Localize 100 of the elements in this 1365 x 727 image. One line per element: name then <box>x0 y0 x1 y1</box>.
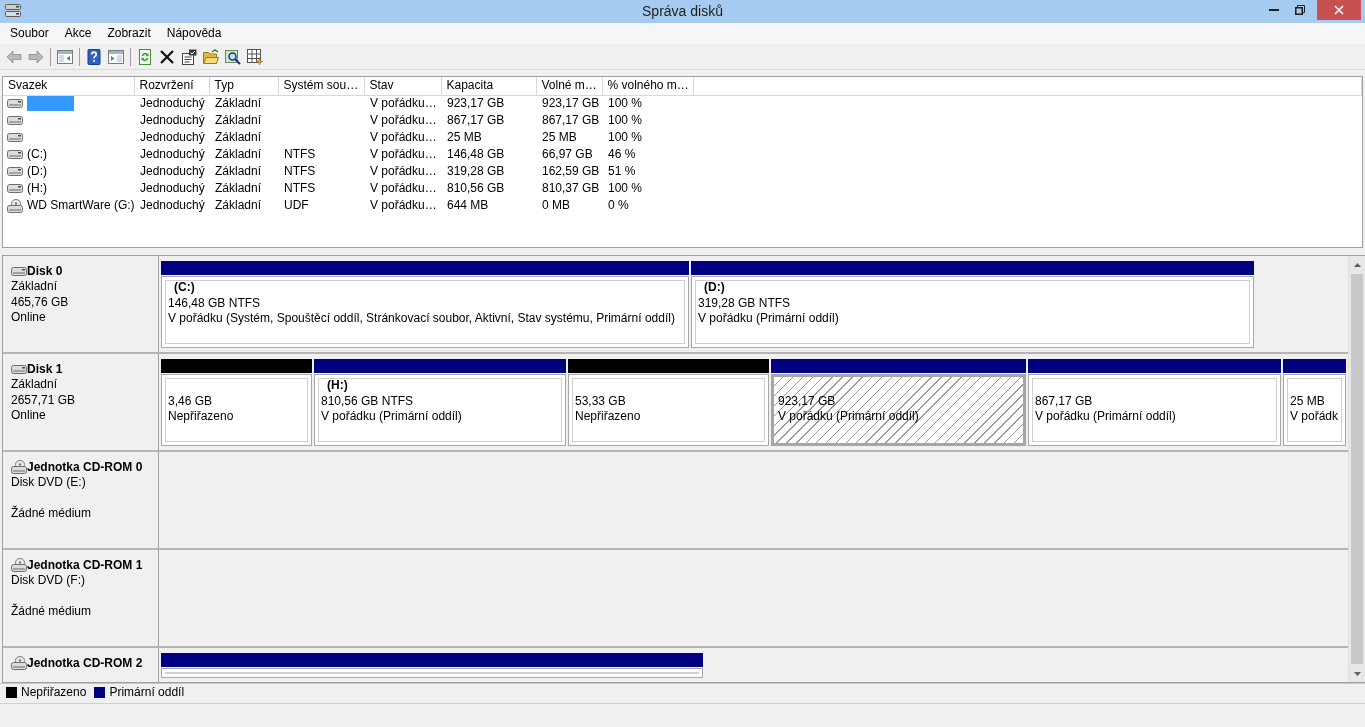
column-header[interactable]: % volného m… <box>602 77 693 95</box>
column-header[interactable]: Systém sou… <box>278 77 364 95</box>
table-cell-text: Základní <box>214 146 263 163</box>
volume-name[interactable]: WD SmartWare (G:) <box>27 198 134 213</box>
table-cell-text: V pořádku… <box>369 163 438 180</box>
partition-box[interactable]: (H:) 810,56 GB NTFS V pořádku (Primární oddíl) <box>314 374 566 446</box>
partition-size: 25 MB <box>1290 393 1326 409</box>
partition-label: (H:) <box>326 378 349 394</box>
table-cell-text: 810,56 GB <box>446 180 506 197</box>
column-header[interactable]: Stav <box>364 77 441 95</box>
partition-status: Nepřiřazeno <box>575 409 642 425</box>
table-cell-text: V pořádku… <box>369 197 438 214</box>
document-icon <box>181 48 197 65</box>
legend-label: Nepřiřazeno <box>21 684 87 700</box>
disk-info-panel[interactable]: Jednotka CD-ROM 1 Disk DVD (F:) Žádné médium <box>3 550 159 646</box>
table-cell-text: 0 % <box>607 197 630 214</box>
column-header[interactable]: Kapacita <box>441 77 536 95</box>
table-cell: V pořádku… <box>364 95 441 112</box>
panel-icon <box>57 48 73 65</box>
close-icon <box>1334 5 1344 15</box>
drive-icon <box>11 266 27 276</box>
table-cell: 100 % <box>602 95 693 112</box>
drive-icon <box>5 3 21 17</box>
partition-box[interactable]: 25 MB V pořádk <box>1283 374 1346 446</box>
menu-item[interactable]: Zobrazit <box>99 24 159 43</box>
selection-highlight[interactable] <box>27 96 74 112</box>
caret-down-icon <box>1353 671 1361 676</box>
table-cell-text: Jednoduchý <box>139 163 206 180</box>
disk-name: Disk 0 <box>27 263 63 279</box>
disk-name: Jednotka CD-ROM 1 <box>27 557 143 573</box>
table-cell-text: 25 MB <box>446 129 483 146</box>
table-cell-text: 319,28 GB <box>446 163 506 180</box>
partition-status: V pořádku (Systém, Spouštěcí oddíl, Stránkovací soubor, Aktivní, Stav systému, Primární oddíl) <box>168 311 676 327</box>
partition-status: Nepřiřazeno <box>168 409 235 425</box>
partition-box[interactable] <box>161 668 703 678</box>
partition-box[interactable]: 53,33 GB Nepřiřazeno <box>568 374 769 446</box>
table-cell: Základní <box>209 95 278 112</box>
menu-item[interactable]: Nápověda <box>158 24 230 43</box>
table-cell-text: V pořádku… <box>369 129 438 146</box>
table-cell-text: Základní <box>214 180 263 197</box>
partition-box[interactable]: 923,17 GB V pořádku (Primární oddíl) <box>771 374 1026 446</box>
table-cell-text: NTFS <box>283 180 317 197</box>
search-icon <box>225 48 241 65</box>
vertical-scrollbar[interactable] <box>1348 256 1365 682</box>
disk-info-panel[interactable]: Disk 0 Základní 465,76 GB Online <box>3 256 159 352</box>
partition-size: 146,48 GB NTFS <box>168 295 262 311</box>
drive-icon <box>7 99 23 109</box>
minimize-icon <box>1269 9 1279 11</box>
column-header[interactable]: Rozvržení <box>134 77 209 95</box>
partition-size: 319,28 GB NTFS <box>698 295 792 311</box>
drive-icon <box>7 133 23 142</box>
partition-box[interactable]: 3,46 GB Nepřiřazeno <box>161 374 312 446</box>
table-cell-text: Jednoduchý <box>139 112 206 129</box>
table-cell-text: 100 % <box>607 112 644 129</box>
table-cell-text: 644 MB <box>446 197 490 214</box>
partition-status: V pořádku (Primární oddíl) <box>321 409 463 425</box>
partition-box[interactable]: (D:) 319,28 GB NTFS V pořádku (Primární oddíl) <box>691 276 1254 348</box>
disk-size: 465,76 GB <box>11 294 70 310</box>
table-cell-text: 100 % <box>607 180 644 197</box>
partition-label: (D:) <box>703 280 726 296</box>
disk-info-panel[interactable]: Disk 1 Základní 2657,71 GB Online <box>3 354 159 450</box>
menu-item[interactable]: Akce <box>56 24 100 43</box>
table-cell-text: V pořádku… <box>369 180 438 197</box>
drive-icon <box>7 167 23 176</box>
partition-status: V pořádku (Primární oddíl) <box>698 311 840 327</box>
partition-size: 53,33 GB <box>575 393 627 409</box>
volume-name[interactable]: (C:) <box>27 147 47 162</box>
table-cell-text: Základní <box>214 112 263 129</box>
panel-icon <box>108 48 124 65</box>
table-cell-text: 162,59 GB <box>541 163 601 180</box>
optical-drive-icon <box>11 656 27 670</box>
partition-size: 3,46 GB <box>168 393 214 409</box>
partition-size: 923,17 GB <box>778 393 837 409</box>
disk-name: Jednotka CD-ROM 2 <box>27 655 143 671</box>
back-icon <box>6 48 22 65</box>
caret-up-icon <box>1353 262 1361 267</box>
partition-box[interactable]: (C:) 146,48 GB NTFS V pořádku (Systém, Spouštěcí oddíl, Stránkovací soubor, Aktivní, Stav systému, Primární oddíl) <box>161 276 689 348</box>
disk-status: Online <box>11 310 47 326</box>
disk-status: Online <box>11 408 47 424</box>
drive-icon <box>11 364 27 374</box>
column-header[interactable]: Typ <box>209 77 278 95</box>
menu-item[interactable]: Soubor <box>2 24 57 43</box>
volume-name[interactable]: (H:) <box>27 181 47 196</box>
disk-info-panel[interactable]: Jednotka CD-ROM 2 <box>3 648 159 682</box>
scroll-thumb[interactable] <box>1351 274 1363 664</box>
window-title: Správa disků <box>642 2 723 21</box>
help-icon <box>86 48 102 65</box>
partition-status: V pořádk <box>1290 409 1340 425</box>
disk-size: 2657,71 GB <box>11 392 77 408</box>
disk-info-panel[interactable]: Jednotka CD-ROM 0 Disk DVD (E:) Žádné médium <box>3 452 159 548</box>
partition-box[interactable]: 867,17 GB V pořádku (Primární oddíl) <box>1028 374 1281 446</box>
optical-drive-icon <box>11 460 27 474</box>
drive-type: Disk DVD (F:) <box>11 573 86 589</box>
disk-type: Základní <box>11 377 59 393</box>
folder-icon <box>203 48 219 65</box>
column-header[interactable]: Svazek <box>3 77 134 95</box>
table-cell-text: Jednoduchý <box>139 180 206 197</box>
column-header[interactable]: Volné m… <box>536 77 602 95</box>
volume-name[interactable]: (D:) <box>27 164 47 179</box>
table-cell-text: Základní <box>214 129 263 146</box>
